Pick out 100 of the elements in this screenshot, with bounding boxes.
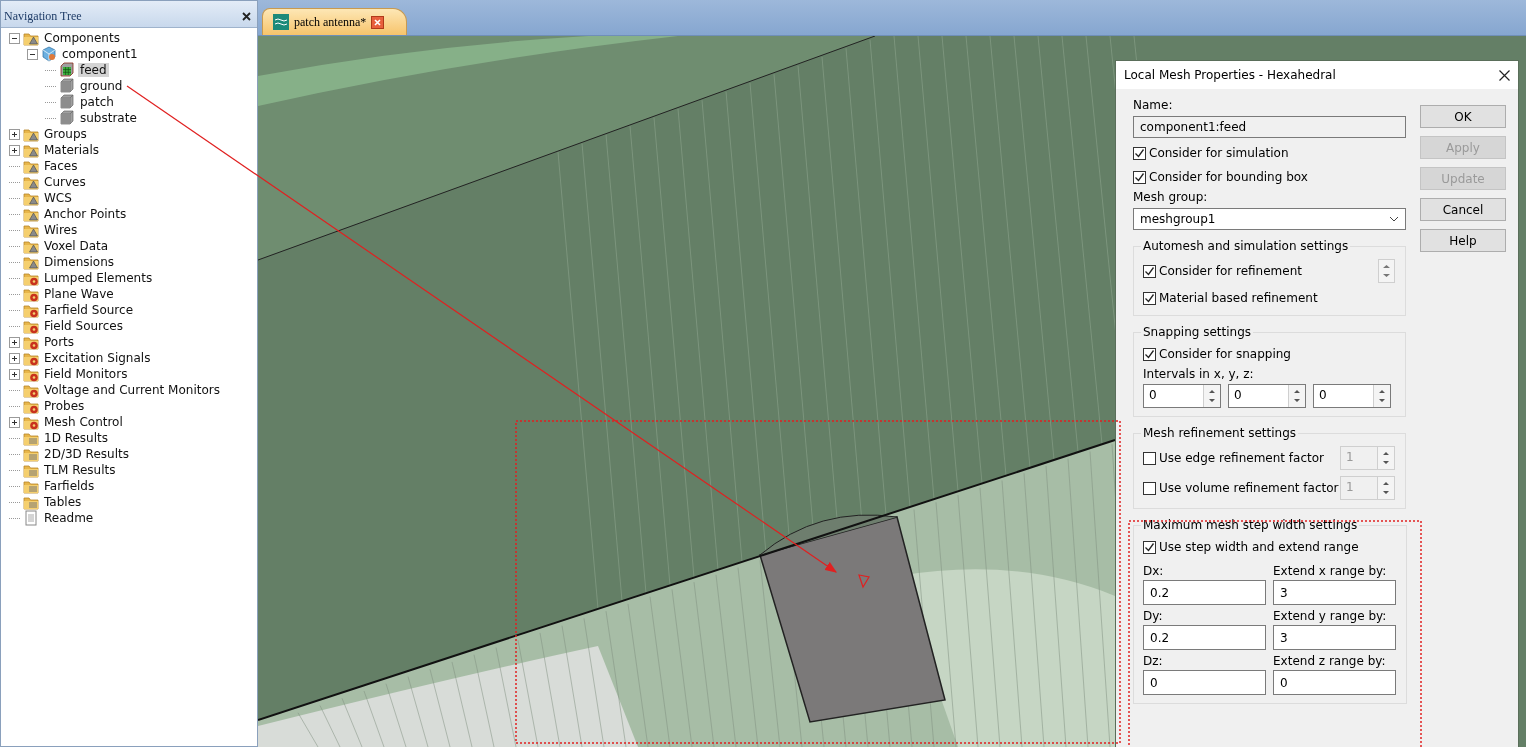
checkbox-label[interactable]: Consider for snapping [1159,347,1291,361]
folder-icon [23,334,39,350]
spinner-buttons[interactable] [1378,259,1395,283]
dialog-button[interactable]: Help [1420,229,1506,252]
spin-field[interactable]: 0 [1143,384,1221,408]
spinner-buttons[interactable] [1373,385,1390,407]
tree-item[interactable]: Lumped Elements [42,271,155,285]
checkbox-label[interactable]: Consider for refinement [1159,264,1302,278]
tree-item[interactable]: Curves [42,175,88,189]
field-label: Dz: [1143,654,1164,670]
checkbox-label[interactable]: Consider for bounding box [1149,170,1308,184]
tree-item[interactable]: component1 [60,47,140,61]
input-field[interactable]: 0 [1273,670,1396,695]
field-label: Dy: [1143,609,1164,625]
spin-field[interactable]: 0 [1313,384,1391,408]
folder-icon [23,30,39,46]
spin-field[interactable]: 0 [1228,384,1306,408]
tree-item[interactable]: TLM Results [42,463,118,477]
tree-item[interactable]: feed [78,63,109,77]
tree-item[interactable]: patch [78,95,116,109]
tree-item[interactable]: 2D/3D Results [42,447,131,461]
dialog-button[interactable]: OK [1420,105,1506,128]
dialog-title: Local Mesh Properties - Hexahedral [1124,68,1336,82]
checkbox-label[interactable]: Consider for simulation [1149,146,1289,160]
spinner-buttons[interactable] [1288,385,1305,407]
tree-item[interactable]: Faces [42,159,80,173]
tree-item[interactable]: ground [78,79,125,93]
expander-icon[interactable] [9,352,20,364]
cube-icon [59,62,75,78]
cube-icon [59,94,75,110]
checkbox[interactable] [1143,540,1156,554]
input-field[interactable]: 0.2 [1143,625,1266,650]
tree-item[interactable]: Tables [42,495,84,509]
tree-item[interactable]: Farfields [42,479,97,493]
expander-icon[interactable] [9,368,20,380]
tree-item[interactable]: Farfield Source [42,303,135,317]
field-label: Extend z range by: [1273,654,1387,670]
checkbox[interactable] [1143,264,1156,278]
expander-icon[interactable] [9,128,20,140]
checkbox[interactable] [1133,146,1146,160]
close-icon[interactable] [371,15,385,29]
tree-item[interactable]: Excitation Signals [42,351,153,365]
tree-item[interactable]: Anchor Points [42,207,129,221]
tree-item[interactable]: WCS [42,191,74,205]
field-label: Extend y range by: [1273,609,1388,625]
folder-icon [23,462,39,478]
tree-item[interactable]: Groups [42,127,89,141]
panel-title: Navigation Tree [4,8,82,24]
checkbox[interactable] [1143,291,1156,305]
expander-icon[interactable] [9,144,20,156]
tree-item[interactable]: Plane Wave [42,287,116,301]
input-field[interactable]: 0.2 [1143,580,1266,605]
tree-item[interactable]: Dimensions [42,255,117,269]
folder-icon [23,382,39,398]
input-field[interactable]: 3 [1273,580,1396,605]
folder-icon [23,238,39,254]
tree-item[interactable]: Wires [42,223,80,237]
name-field[interactable]: component1:feed [1133,116,1406,138]
input-field[interactable]: 3 [1273,625,1396,650]
checkbox-label[interactable]: Use step width and extend range [1159,540,1359,554]
spinner-buttons[interactable] [1203,385,1220,407]
field-label: Mesh group: [1133,190,1209,204]
tree-item[interactable]: Voltage and Current Monitors [42,383,222,397]
folder-icon [23,398,39,414]
field-label: Extend x range by: [1273,564,1388,580]
tree-item[interactable]: 1D Results [42,431,111,445]
document-icon [23,510,39,526]
wave-icon [273,14,289,30]
folder-icon [23,126,39,142]
dialog-button[interactable]: Cancel [1420,198,1506,221]
expander-icon[interactable] [9,416,20,428]
folder-icon [23,222,39,238]
tree-item[interactable]: Field Sources [42,319,125,333]
tree-item[interactable]: Ports [42,335,77,349]
tree-item[interactable]: Mesh Control [42,415,125,429]
checkbox[interactable] [1133,170,1146,184]
tree-item[interactable]: Components [42,31,122,45]
close-icon[interactable] [1499,69,1510,81]
document-tab[interactable]: patch antenna* [262,8,408,35]
tree-item[interactable]: Probes [42,399,87,413]
expander-icon[interactable] [9,32,20,44]
tree-item[interactable]: substrate [78,111,139,125]
checkbox-label[interactable]: Material based refinement [1159,291,1318,305]
tree-item[interactable]: Field Monitors [42,367,130,381]
tree-item[interactable]: Readme [42,511,96,525]
folder-icon [23,366,39,382]
tree-item[interactable]: Materials [42,143,101,157]
folder-icon [23,142,39,158]
cube-icon [59,78,75,94]
close-icon[interactable] [242,11,251,21]
input-field[interactable]: 0 [1143,670,1266,695]
group-title: Mesh refinement settings [1142,426,1298,440]
checkbox[interactable] [1143,347,1156,361]
expander-icon[interactable] [9,336,20,348]
folder-icon [23,254,39,270]
mesh-group-dropdown[interactable]: meshgroup1 [1133,208,1406,230]
expander-icon[interactable] [27,48,38,60]
folder-icon [23,414,39,430]
tree-item[interactable]: Voxel Data [42,239,111,253]
folder-icon [23,430,39,446]
